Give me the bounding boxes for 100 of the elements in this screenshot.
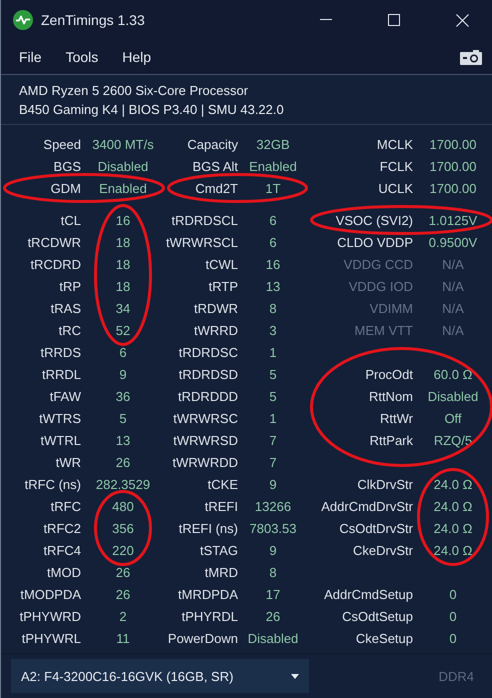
timing-label: tWRWRSD: [173, 432, 238, 448]
caret-icon: [291, 674, 299, 678]
timing-value: 1700.00: [430, 136, 476, 152]
module-dropdown[interactable]: A2: F4-3200C16-16GVK (16GB, SR): [11, 659, 309, 693]
timing-value: 17: [266, 586, 280, 602]
timing-label: tWRWRSC: [173, 410, 238, 426]
timing-label: tSTAG: [200, 542, 238, 558]
timing-label: tRCDRD: [30, 256, 81, 272]
timing-label: tRDRDSC: [178, 344, 238, 360]
timing-value: 26: [266, 608, 280, 624]
timing-value: 1: [269, 344, 277, 360]
timing-label: tREFI: [204, 498, 238, 514]
timing-label: tWR: [56, 454, 81, 470]
timing-value: N/A: [442, 300, 464, 316]
menu-item[interactable]: Help: [112, 45, 162, 69]
timing-label: tMODPDA: [20, 586, 81, 602]
timing-value: 0: [449, 608, 457, 624]
timing-value: 26: [116, 564, 130, 580]
timing-value: 6: [119, 344, 127, 360]
timing-label: FCLK: [380, 158, 413, 174]
timing-value: 3400 MT/s: [92, 136, 154, 152]
timing-label: tRFC (ns): [24, 476, 81, 492]
timing-label: tPHYWRD: [20, 608, 81, 624]
timing-value: 8: [269, 300, 277, 316]
timing-value: 7: [269, 454, 277, 470]
timing-value: 13: [116, 432, 130, 448]
timing-label: tRFC4: [43, 542, 81, 558]
maximize-icon[interactable]: [388, 14, 400, 26]
timing-value: 1700.00: [430, 180, 476, 196]
menu-item[interactable]: Tools: [56, 45, 108, 69]
timing-value: 24.0 Ω: [434, 498, 472, 514]
cpu-name: AMD Ryzen 5 2600 Six-Core Processor: [19, 82, 250, 99]
timing-value: 11: [116, 630, 130, 646]
timing-value: 1700.00: [430, 158, 476, 174]
timing-label: tRFC: [50, 498, 81, 514]
timing-value: 356: [112, 520, 134, 536]
timing-label: tRC: [58, 322, 81, 338]
timing-value: 26: [116, 454, 130, 470]
timing-label: tRP: [59, 278, 81, 294]
timing-label: VDDG IOD: [348, 278, 413, 294]
timing-value: 282.3529: [96, 476, 150, 492]
timing-label: tMRDPDA: [178, 586, 238, 602]
timing-value: 32GB: [256, 136, 290, 152]
timing-value: 0: [449, 586, 457, 602]
timing-value: 1T: [265, 180, 281, 196]
timing-label: tFAW: [50, 388, 81, 404]
timing-label: ProcOdt: [365, 366, 413, 382]
timing-value: N/A: [442, 278, 464, 294]
timing-label: RttNom: [368, 388, 413, 404]
board-info: B450 Gaming K4 | BIOS P3.40 | SMU 43.22.0: [19, 101, 285, 118]
timing-label: tMOD: [47, 564, 81, 580]
minimize-icon[interactable]: [320, 19, 332, 21]
timing-label: tPHYRDL: [182, 608, 238, 624]
timing-label: tRDRDDD: [178, 388, 238, 404]
timing-label: tRFC2: [43, 520, 81, 536]
timing-label: tRDRDSD: [178, 366, 238, 382]
timing-value: Disabled: [248, 630, 298, 646]
timing-value: 480: [112, 498, 134, 514]
timing-label: tREFI (ns): [178, 520, 238, 536]
timing-label: ClkDrvStr: [357, 476, 413, 492]
timing-label: tCL: [60, 212, 81, 228]
timing-value: 220: [112, 542, 134, 558]
timing-value: 34: [116, 300, 130, 316]
timing-value: Disabled: [98, 158, 148, 174]
timing-value: 9: [119, 366, 127, 382]
timing-value: 6: [269, 234, 277, 250]
camera-icon[interactable]: [460, 50, 482, 64]
timing-label: tRCDWR: [28, 234, 81, 250]
timing-value: 5: [269, 366, 277, 382]
timing-label: AddrCmdDrvStr: [321, 498, 413, 514]
timing-label: Capacity: [187, 136, 238, 152]
timing-value: 7: [269, 432, 277, 448]
timing-label: tRDWR: [194, 300, 238, 316]
timing-value: N/A: [442, 322, 464, 338]
timing-value: Enabled: [99, 180, 147, 196]
timing-label: tRRDS: [40, 344, 81, 360]
timing-label: VDIMM: [370, 300, 413, 316]
timing-value: 13266: [254, 498, 292, 514]
timing-value: 1.0125V: [428, 212, 478, 228]
timing-value: 3: [269, 322, 277, 338]
timing-value: 24.0 Ω: [434, 542, 472, 558]
timing-label: tRTP: [208, 278, 238, 294]
timing-label: tRRDL: [42, 366, 81, 382]
app-logo-icon: [13, 10, 33, 30]
timing-label: tCKE: [208, 476, 238, 492]
timing-value: 7803.53: [250, 520, 296, 536]
timing-value: 36: [116, 388, 130, 404]
close-icon[interactable]: [456, 14, 468, 26]
timing-label: tWTRL: [40, 432, 81, 448]
timing-label: Speed: [43, 136, 81, 152]
timing-label: AddrCmdSetup: [324, 586, 413, 602]
menu-item[interactable]: File: [9, 45, 52, 69]
timing-label: CLDO VDDP: [337, 234, 413, 250]
timing-label: RttPark: [370, 432, 413, 448]
timing-label: tPHYWRL: [22, 630, 81, 646]
timing-label: tRDRDSCL: [172, 212, 238, 228]
timing-label: MEM VTT: [354, 322, 413, 338]
memory-type: DDR4: [438, 668, 475, 684]
timing-value: 18: [116, 234, 130, 250]
timing-label: CkeDrvStr: [353, 542, 413, 558]
